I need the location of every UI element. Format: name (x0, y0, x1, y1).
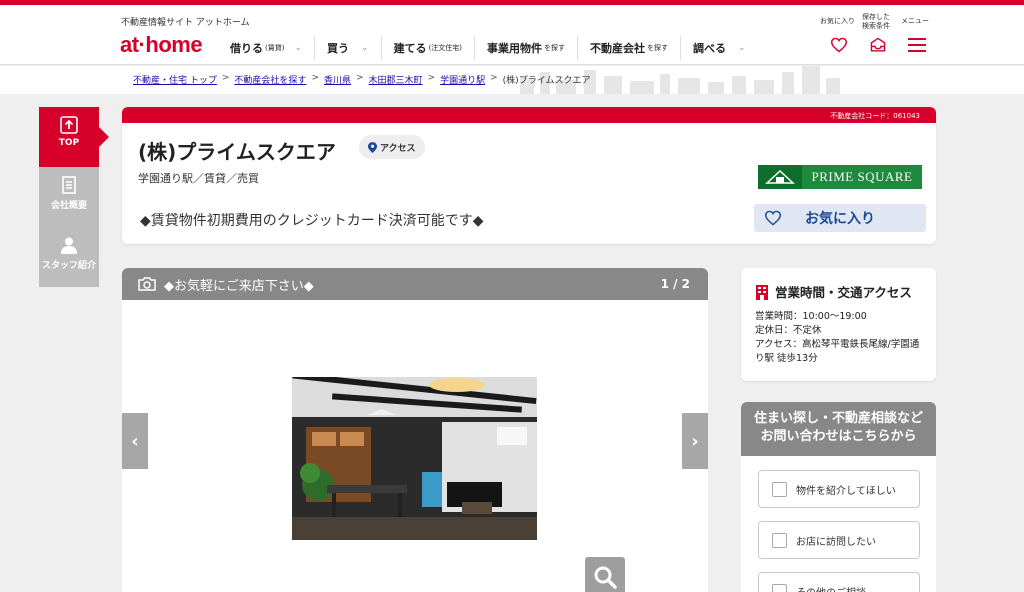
add-favorite-button[interactable]: お気に入り (754, 204, 926, 232)
photo-gallery: ◆お気軽にご来店下さい◆ 1 / 2 ‹ › (122, 268, 708, 592)
nav-research[interactable]: 調べる ⌄ (680, 36, 758, 60)
saved-search-label: 保存した 検索条件 (862, 13, 890, 30)
breadcrumb-link-station[interactable]: 学園通り駅 (440, 73, 485, 86)
gallery-prev-button[interactable]: ‹ (122, 413, 148, 469)
gallery-title: ◆お気軽にご来店下さい◆ (164, 278, 314, 294)
athome-logo[interactable]: at·home (120, 32, 203, 58)
access-info: アクセス：高松琴平電鉄長尾線/学園通り駅 徒歩13分 (755, 339, 920, 364)
breadcrumb-link-agency-search[interactable]: 不動産会社を探す (234, 73, 306, 86)
person-icon (61, 237, 77, 254)
contact-header: 住まい探し・不動産相談など お問い合わせはこちらから (741, 402, 936, 456)
chevron-right-icon: › (691, 430, 699, 452)
heart-icon (764, 210, 782, 226)
holiday: 定休日：不定休 (755, 325, 822, 336)
gallery-header: ◆お気軽にご来店下さい◆ 1 / 2 (122, 268, 708, 300)
contact-option-other[interactable]: その他のご相談 (758, 572, 920, 592)
chevron-down-icon: ⌄ (738, 43, 746, 53)
access-chip[interactable]: アクセス (359, 135, 425, 159)
company-code: 不動産会社コード：061043 (122, 107, 936, 123)
menu-label: メニュー (901, 17, 929, 25)
heart-icon[interactable] (830, 37, 848, 53)
breadcrumb-link-prefecture[interactable]: 香川県 (324, 73, 351, 86)
contact-option-introduce-property[interactable]: 物件を紹介してほしい (758, 470, 920, 508)
site-tagline: 不動産情報サイト アットホーム (121, 18, 250, 28)
magnifier-icon (594, 566, 617, 589)
gallery-next-button[interactable]: › (682, 413, 708, 469)
checkbox[interactable] (772, 532, 787, 548)
main-nav: 借りる (賃貸) ⌄ 買う ⌄ 建てる (注文住宅) 事業用物件 を探す 不動産会社を… (218, 33, 758, 63)
checkbox[interactable] (772, 481, 787, 497)
sidetab-top[interactable]: TOP (39, 107, 109, 167)
building-icon (756, 284, 768, 300)
breadcrumb-link-home[interactable]: 不動産・住宅 トップ (133, 73, 217, 86)
contact-option-visit-store[interactable]: お店に訪問したい (758, 521, 920, 559)
hours-body: 営業時間：10:00〜19:00 定休日：不定休 アクセス：高松琴平電鉄長尾線/… (755, 310, 927, 366)
company-name: (株)プライムスクエア (138, 140, 336, 164)
sidetab-staff[interactable]: スタッフ紹介 (39, 227, 99, 287)
saved-search-icon[interactable] (869, 37, 887, 53)
chevron-down-icon: ⌄ (294, 43, 303, 53)
favorites-label: お気に入り (820, 17, 855, 25)
company-subline: 学園通り駅／賃貸／売買 (138, 172, 259, 185)
arrow-up-icon (60, 116, 78, 134)
nav-buy[interactable]: 買う ⌄ (314, 36, 381, 60)
sidetab-company-info[interactable]: 会社概要 (39, 167, 99, 227)
checkbox[interactable] (772, 583, 787, 592)
prime-square-mark (758, 165, 802, 189)
nav-rent[interactable]: 借りる (賃貸) ⌄ (218, 36, 314, 60)
location-pin-icon (368, 141, 377, 153)
company-card: 不動産会社コード：061043 (株)プライムスクエア アクセス 学園通り駅／賃… (122, 107, 936, 244)
nav-business-property[interactable]: 事業用物件 を探す (474, 36, 577, 60)
zoom-button[interactable] (585, 557, 625, 592)
contact-panel: 住まい探し・不動産相談など お問い合わせはこちらから 物件を紹介してほしい お店… (741, 402, 936, 592)
nav-find-agency[interactable]: 不動産会社 を探す (577, 36, 680, 60)
site-header: 不動産情報サイト アットホーム at·home 借りる (賃貸) ⌄ 買う ⌄ 建… (0, 5, 1024, 65)
breadcrumb: 不動産・住宅 トップ > 不動産会社を探す > 香川県 > 木田郡三木町 > 学園通り駅… (133, 73, 591, 86)
menu-icon[interactable] (908, 38, 926, 52)
hours-access-panel: 営業時間・交通アクセス 営業時間：10:00〜19:00 定休日：不定休 アクセ… (741, 268, 936, 381)
chevron-left-icon: ‹ (131, 430, 139, 452)
chevron-down-icon: ⌄ (361, 43, 369, 53)
building-mark-icon (765, 169, 795, 184)
hours-title: 営業時間・交通アクセス (755, 282, 912, 301)
breadcrumb-link-town[interactable]: 木田郡三木町 (369, 73, 423, 86)
breadcrumb-current: (株)プライムスクエア (502, 76, 591, 86)
store-interior-photo[interactable] (292, 377, 537, 540)
company-catchcopy: ◆賃貸物件初期費用のクレジットカード決済可能です◆ (140, 213, 484, 229)
nav-build[interactable]: 建てる (注文住宅) (380, 36, 474, 60)
camera-icon (138, 277, 156, 291)
prime-square-logo: PRIME SQUARE (758, 165, 922, 189)
gallery-count: 1 / 2 (660, 277, 690, 291)
document-icon (62, 176, 76, 194)
business-hours: 営業時間：10:00〜19:00 (755, 311, 867, 322)
